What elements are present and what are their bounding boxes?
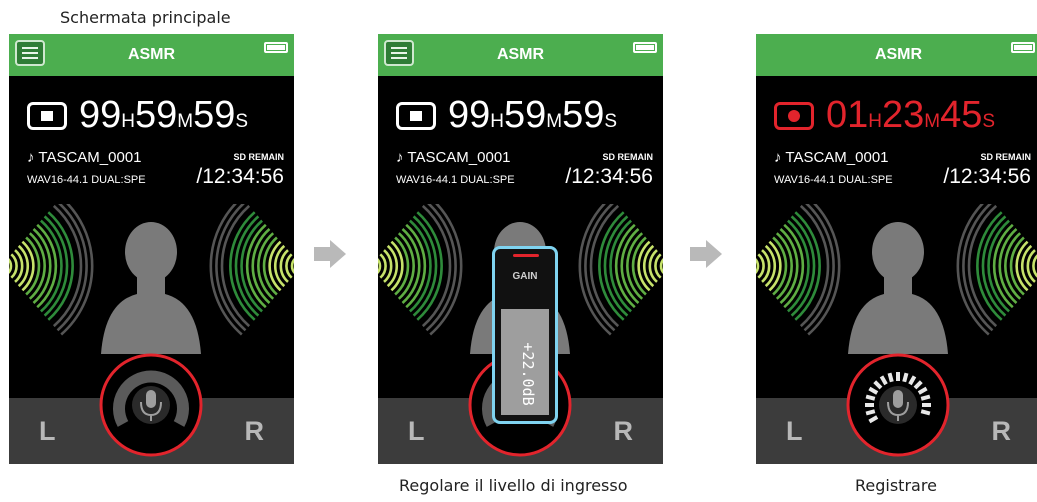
time-unit-minutes: M xyxy=(177,111,194,132)
gain-value: +22.0dB xyxy=(519,342,537,406)
screen-main: ASMR 99H59M59S ♪ TASCAM_0001 WAV16-44.1 DUA… xyxy=(9,34,294,464)
time-unit-minutes: M xyxy=(924,111,941,132)
screen-gain: ASMR 99H59M59S ♪ TASCAM_0001 WAV16-44.1 DUA… xyxy=(378,34,663,464)
gain-label: GAIN xyxy=(512,271,538,282)
time-seconds: 45 xyxy=(940,94,983,136)
title-bar: ASMR xyxy=(378,34,663,76)
sd-remain-label: SD REMAIN xyxy=(980,152,1031,162)
time-minutes: 59 xyxy=(135,94,178,136)
time-seconds: 59 xyxy=(193,94,236,136)
channel-right-label: R xyxy=(244,416,265,446)
app-title: ASMR xyxy=(874,46,923,63)
time-unit-hours: H xyxy=(868,111,883,132)
sd-remain-label: SD REMAIN xyxy=(233,152,284,162)
record-icon xyxy=(774,102,814,130)
screen-recording: ASMR 01H23M45S ♪ TASCAM_0001 WAV16-44.1 DUA… xyxy=(756,34,1037,464)
left-level-meter xyxy=(378,196,463,336)
right-level-meter xyxy=(956,196,1037,336)
caption-main-screen: Schermata principale xyxy=(60,8,231,27)
app-title: ASMR xyxy=(496,46,545,63)
gain-slider[interactable]: GAIN +22.0dB xyxy=(492,246,558,424)
time-unit-seconds: S xyxy=(235,111,249,132)
file-name: ♪ TASCAM_0001 xyxy=(774,149,889,166)
file-name: ♪ TASCAM_0001 xyxy=(27,149,142,166)
title-bar: ASMR xyxy=(756,34,1037,76)
battery-icon xyxy=(633,42,657,53)
time-hours: 99 xyxy=(448,94,491,136)
right-level-meter xyxy=(578,196,663,336)
channel-right-label: R xyxy=(991,416,1012,446)
sd-remain-time: /12:34:56 xyxy=(196,165,284,188)
sd-remain-time: /12:34:56 xyxy=(943,165,1031,188)
sd-remain-label: SD REMAIN xyxy=(602,152,653,162)
time-counter: 99H59M59S xyxy=(79,94,248,137)
time-unit-hours: H xyxy=(490,111,505,132)
head-silhouette-icon xyxy=(101,222,201,354)
head-silhouette-icon xyxy=(848,222,948,354)
stop-icon xyxy=(27,102,67,130)
visualizer xyxy=(756,196,1037,369)
time-unit-minutes: M xyxy=(546,111,563,132)
time-minutes: 59 xyxy=(504,94,547,136)
title-bar: ASMR xyxy=(9,34,294,76)
gain-value-wrap: +22.0dB xyxy=(503,314,553,434)
time-hours: 01 xyxy=(826,94,869,136)
time-minutes: 23 xyxy=(882,94,925,136)
file-name: ♪ TASCAM_0001 xyxy=(396,149,511,166)
time-unit-seconds: S xyxy=(982,111,996,132)
left-level-meter xyxy=(756,196,841,336)
file-format: WAV16-44.1 DUAL:SPE xyxy=(396,174,515,186)
channel-left-label: L xyxy=(786,416,803,446)
level-waves xyxy=(756,196,1037,354)
time-counter: 99H59M59S xyxy=(448,94,617,137)
gain-indicator-line xyxy=(513,254,539,257)
level-waves xyxy=(9,196,294,354)
app-title: ASMR xyxy=(127,46,176,63)
caption-adjust-level: Regolare il livello di ingresso xyxy=(399,476,628,495)
visualizer xyxy=(9,196,294,369)
channel-left-label: L xyxy=(408,416,425,446)
time-unit-hours: H xyxy=(121,111,136,132)
time-hours: 99 xyxy=(79,94,122,136)
input-level-knob[interactable] xyxy=(845,352,951,463)
time-counter: 01H23M45S xyxy=(826,94,995,137)
battery-icon xyxy=(264,42,288,53)
time-unit-seconds: S xyxy=(604,111,618,132)
battery-icon xyxy=(1011,42,1035,53)
sd-remain-time: /12:34:56 xyxy=(565,165,653,188)
input-level-knob[interactable] xyxy=(98,352,204,463)
channel-left-label: L xyxy=(39,416,56,446)
left-level-meter xyxy=(9,196,94,336)
right-level-meter xyxy=(209,196,294,336)
stop-icon xyxy=(396,102,436,130)
time-seconds: 59 xyxy=(562,94,605,136)
channel-right-label: R xyxy=(613,416,634,446)
file-format: WAV16-44.1 DUAL:SPE xyxy=(774,174,893,186)
caption-record: Registrare xyxy=(855,476,937,495)
file-format: WAV16-44.1 DUAL:SPE xyxy=(27,174,146,186)
